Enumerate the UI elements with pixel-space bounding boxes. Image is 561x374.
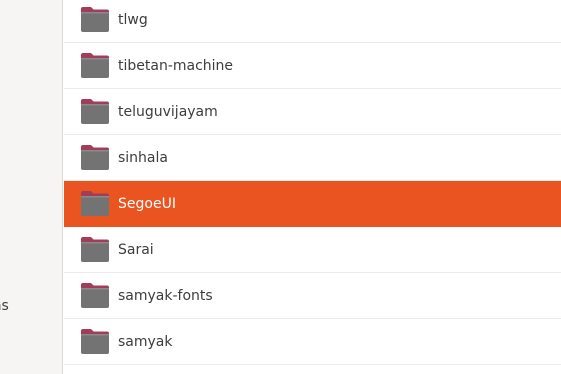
file-list: tlwg tibetan-machine teluguvijayam sinha… (64, 0, 561, 374)
item-label: tlwg (118, 12, 148, 28)
folder-icon (81, 99, 109, 124)
folder-icon (81, 329, 109, 354)
item-label: tibetan-machine (118, 58, 234, 74)
sidebar: ons (0, 0, 63, 374)
list-item[interactable]: samyak-fonts (64, 273, 561, 319)
folder-icon (81, 53, 109, 78)
list-item[interactable]: samyak (64, 319, 561, 365)
folder-icon (81, 191, 109, 216)
folder-icon (81, 145, 109, 170)
item-label: samyak (118, 334, 173, 350)
item-label: SegoeUI (118, 196, 176, 212)
sidebar-item-label: ons (0, 298, 9, 314)
list-item[interactable]: teluguvijayam (64, 89, 561, 135)
folder-icon (81, 283, 109, 308)
list-item[interactable]: tibetan-machine (64, 43, 561, 89)
item-label: teluguvijayam (118, 104, 218, 120)
list-item[interactable]: tlwg (64, 0, 561, 43)
folder-icon (81, 7, 109, 32)
folder-icon (81, 237, 109, 262)
list-item[interactable]: Sarai (64, 227, 561, 273)
list-item[interactable]: sinhala (64, 135, 561, 181)
list-item-selected[interactable]: SegoeUI (64, 181, 561, 227)
item-label: sinhala (118, 150, 168, 166)
file-manager-window: ons tlwg tibetan-machine (0, 0, 561, 374)
item-label: Sarai (118, 242, 154, 258)
item-label: samyak-fonts (118, 288, 213, 304)
sidebar-item-partial[interactable]: ons (0, 295, 9, 317)
